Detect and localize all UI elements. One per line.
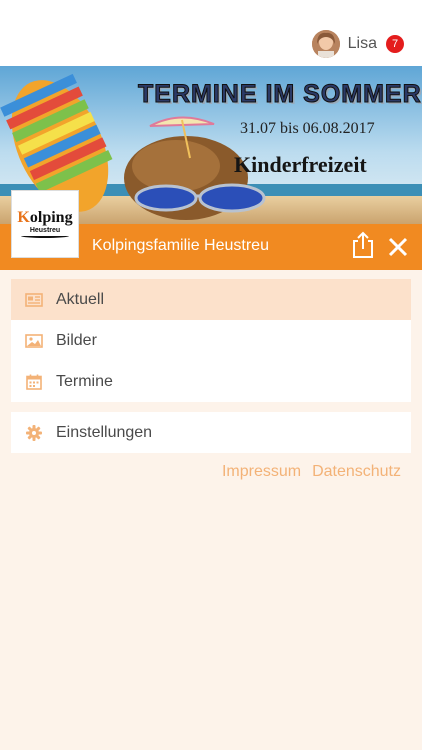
menu-item-aktuell[interactable]: Aktuell	[11, 279, 411, 320]
logo-text: olping	[29, 209, 73, 226]
menu-item-termine[interactable]: Termine	[11, 361, 411, 402]
menu-item-label: Termine	[56, 372, 113, 390]
calendar-icon	[25, 373, 43, 391]
share-button[interactable]	[350, 231, 376, 259]
share-icon	[353, 231, 373, 258]
notification-badge[interactable]: 7	[386, 35, 404, 53]
menu-item-einstellungen[interactable]: Einstellungen	[11, 412, 411, 453]
banner-title: TERMINE IM SOMMER	[138, 80, 422, 109]
settings-menu: Einstellungen	[11, 412, 411, 453]
menu-item-label: Einstellungen	[56, 423, 153, 441]
banner-event-name: Kinderfreizeit	[234, 152, 367, 177]
close-button[interactable]	[386, 235, 410, 259]
group-logo: Kolping Heustreu	[11, 190, 79, 258]
main-menu: Aktuell Bilder Termine	[11, 279, 411, 402]
top-bar: Lisa 7	[0, 0, 422, 66]
footer-links: Impressum Datenschutz	[222, 463, 401, 481]
gear-icon	[25, 424, 43, 442]
banner-dates: 31.07 bis 06.08.2017	[240, 120, 375, 137]
menu-item-bilder[interactable]: Bilder	[11, 320, 411, 361]
newspaper-icon	[25, 291, 43, 309]
avatar[interactable]	[311, 30, 340, 58]
group-name: Kolpingsfamilie Heustreu	[92, 237, 269, 254]
datenschutz-link[interactable]: Datenschutz	[312, 463, 401, 481]
close-icon	[388, 237, 408, 257]
logo-subtitle: Heustreu	[29, 227, 61, 234]
impressum-link[interactable]: Impressum	[222, 463, 301, 481]
logo-initial: K	[17, 209, 30, 226]
menu-item-label: Bilder	[56, 331, 97, 349]
menu-item-label: Aktuell	[56, 290, 105, 308]
user-profile[interactable]: Lisa 7	[311, 29, 404, 59]
user-name: Lisa	[347, 35, 377, 52]
image-icon	[25, 332, 43, 350]
logo-swoosh	[21, 234, 69, 238]
